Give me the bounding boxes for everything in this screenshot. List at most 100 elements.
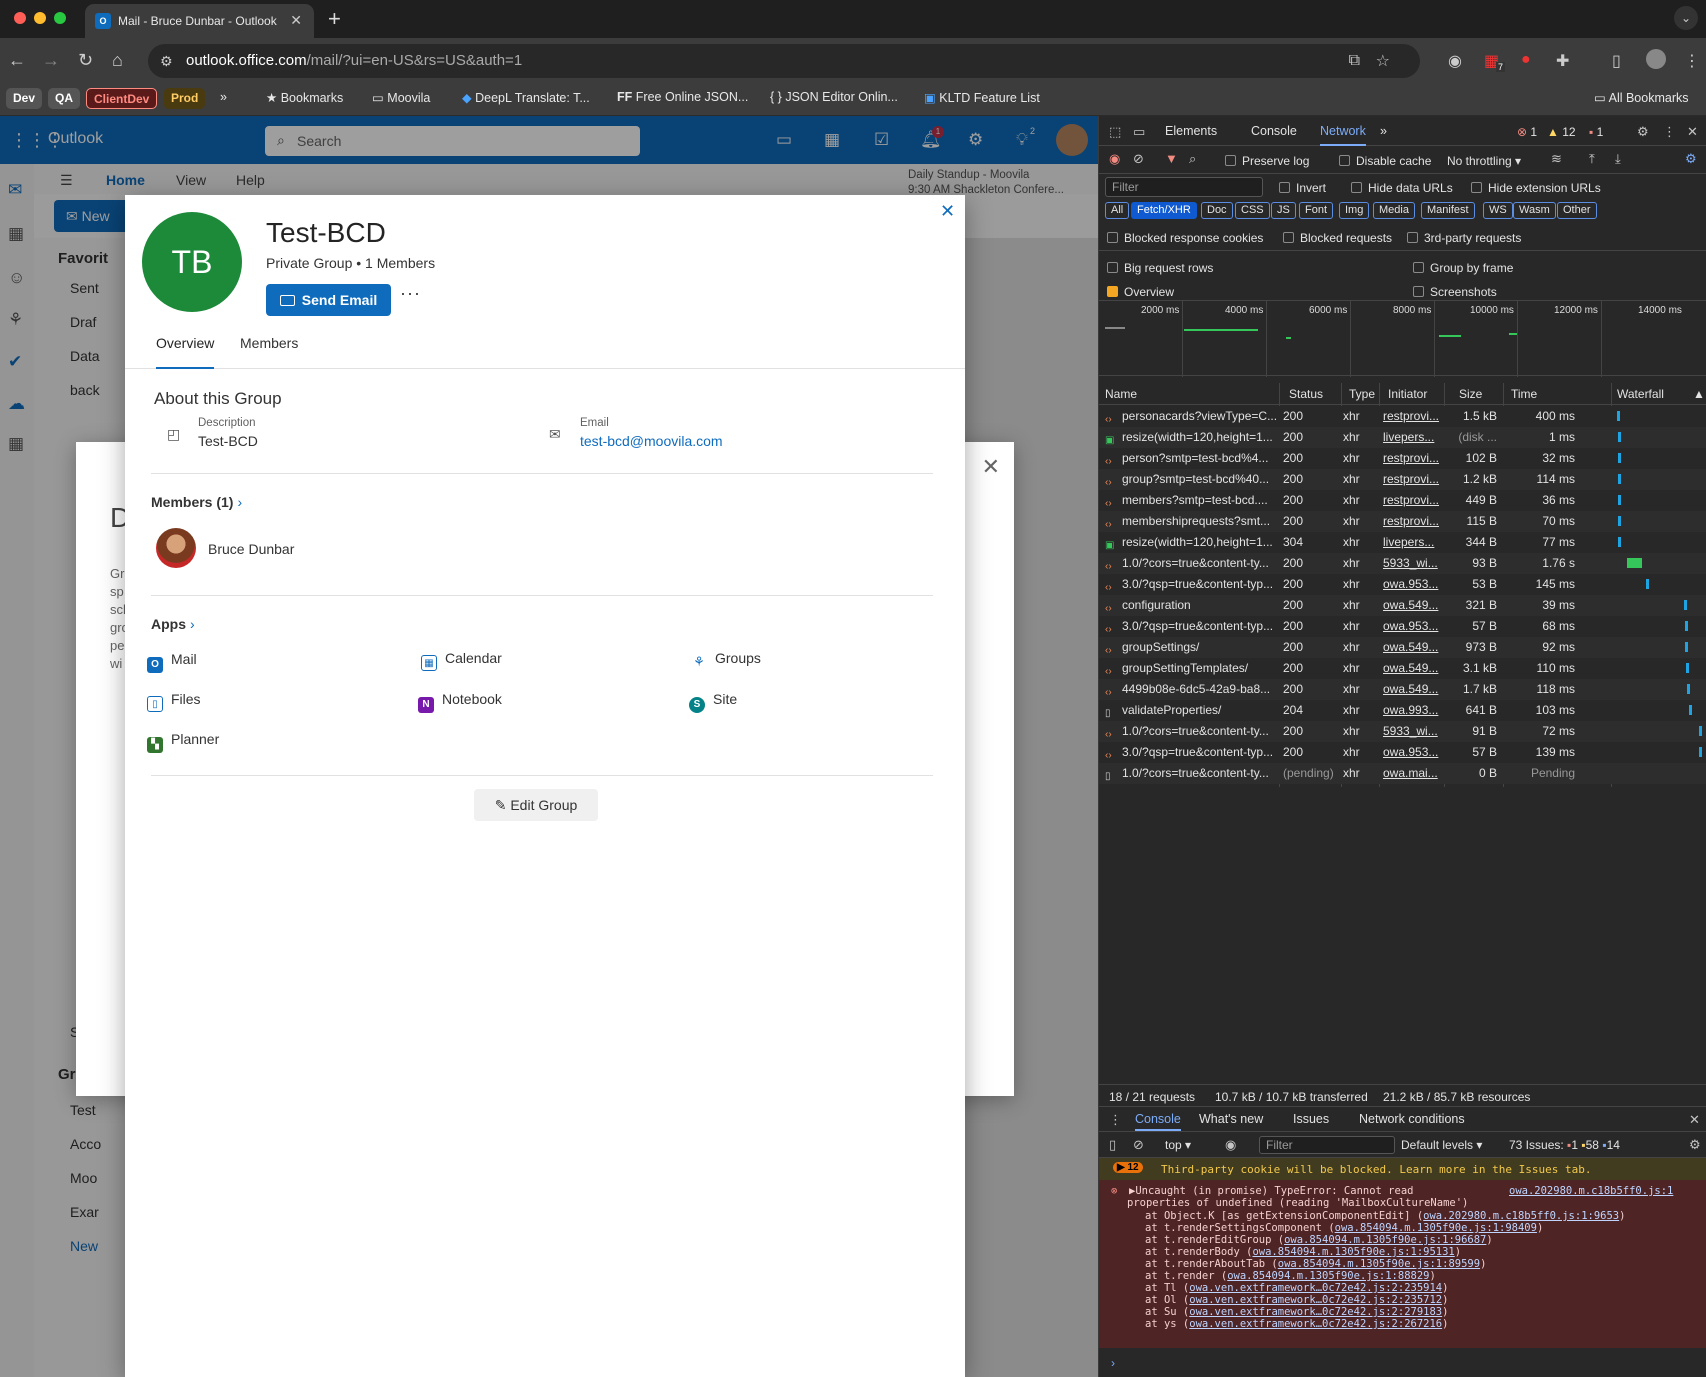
stack-frame-link[interactable]: owa.ven.extframework…0c72e42.js:2:267216: [1189, 1318, 1442, 1330]
console-prompt[interactable]: ›: [1111, 1356, 1115, 1370]
settings-gear-icon[interactable]: ⚙: [1637, 124, 1649, 140]
log-levels-select[interactable]: Default levels ▾: [1401, 1138, 1482, 1152]
network-request-row[interactable]: ▯ validateProperties/204 xhr owa.993... 641 …: [1099, 700, 1706, 721]
network-filter-input[interactable]: Filter: [1105, 177, 1263, 197]
request-name[interactable]: ▣ resize(width=120,height=1...: [1105, 535, 1279, 552]
request-initiator[interactable]: 5933_wi...: [1383, 556, 1441, 570]
issue-count[interactable]: ▪ 1: [1589, 125, 1603, 139]
network-conditions-icon[interactable]: ≋: [1551, 151, 1562, 167]
request-initiator[interactable]: owa.549...: [1383, 598, 1441, 612]
app-mail[interactable]: O Mail: [147, 651, 197, 673]
close-window-button[interactable]: [14, 12, 26, 24]
request-name[interactable]: ‹› 3.0/?qsp=true&content-typ...: [1105, 745, 1279, 762]
more-tabs-chevron[interactable]: »: [1380, 124, 1387, 138]
bookmark-chip-dev[interactable]: Dev: [6, 88, 43, 109]
bookmark-moovila[interactable]: ▭ Moovila: [372, 90, 430, 105]
network-request-row[interactable]: ‹› person?smtp=test-bcd%4... 200 xhr restpro…: [1099, 448, 1706, 469]
disable-cache-checkbox[interactable]: Disable cache: [1339, 154, 1431, 168]
live-expression-eye-icon[interactable]: ◉: [1225, 1137, 1236, 1153]
more-bookmarks-chevron[interactable]: »: [220, 90, 227, 104]
request-initiator[interactable]: owa.953...: [1383, 745, 1441, 759]
stack-frame-link[interactable]: owa.854094.m.1305f90e.js:1:98409: [1335, 1222, 1537, 1234]
import-har-icon[interactable]: ⤒: [1589, 151, 1595, 167]
console-warning-message[interactable]: ▶ 12 Third-party cookie will be blocked.…: [1099, 1158, 1706, 1180]
type-filter-manifest[interactable]: Manifest: [1421, 202, 1475, 219]
request-name[interactable]: ‹› membershiprequests?smt...: [1105, 514, 1279, 531]
type-filter-wasm[interactable]: Wasm: [1513, 202, 1556, 219]
bookmark-chip-clientdev[interactable]: ClientDev: [86, 88, 158, 109]
app-groups[interactable]: ⚘ Groups: [691, 650, 761, 670]
member-avatar[interactable]: [156, 528, 196, 568]
omnibox[interactable]: ⚙ outlook.office.com/mail/?ui=en-US&rs=U…: [148, 44, 1420, 78]
column-status[interactable]: Status: [1289, 387, 1323, 401]
type-filter-all[interactable]: All: [1105, 202, 1130, 219]
stack-frame-link[interactable]: owa.202980.m.c18b5ff0.js:1:9653: [1423, 1210, 1619, 1222]
request-name[interactable]: ‹› 1.0/?cors=true&content-ty...: [1105, 724, 1279, 741]
request-name[interactable]: ‹› members?smtp=test-bcd....: [1105, 493, 1279, 510]
request-name[interactable]: ‹› groupSettings/: [1105, 640, 1279, 657]
close-icon[interactable]: ✕: [982, 454, 1000, 480]
network-request-row[interactable]: ‹› groupSettings/200 xhr owa.549... 973 B 92 …: [1099, 637, 1706, 658]
devtools-tab-elements[interactable]: Elements: [1165, 124, 1217, 138]
network-request-row[interactable]: ‹› 3.0/?qsp=true&content-typ... 200 xhr owa.…: [1099, 742, 1706, 763]
issues-summary[interactable]: 73 Issues: ▪1 ▪58 ▪14: [1509, 1138, 1620, 1152]
request-initiator[interactable]: owa.953...: [1383, 577, 1441, 591]
request-name[interactable]: ‹› group?smtp=test-bcd%40...: [1105, 472, 1279, 489]
camera-extension-icon[interactable]: ◉: [1448, 51, 1462, 71]
extensions-puzzle-icon[interactable]: ✚: [1556, 51, 1569, 71]
stack-frame-link[interactable]: owa.854094.m.1305f90e.js:1:89599: [1278, 1258, 1480, 1270]
network-request-row[interactable]: ▣ resize(width=120,height=1... 304 xhr livep…: [1099, 532, 1706, 553]
request-initiator[interactable]: restprovi...: [1383, 409, 1441, 423]
request-initiator[interactable]: 5933_wi...: [1383, 724, 1441, 738]
network-request-row[interactable]: ‹› group?smtp=test-bcd%40... 200 xhr restpro…: [1099, 469, 1706, 490]
column-initiator[interactable]: Initiator: [1388, 387, 1427, 401]
network-overview-timeline[interactable]: 2000 ms 4000 ms 6000 ms 8000 ms 10000 ms…: [1099, 300, 1706, 377]
clear-icon[interactable]: ⊘: [1133, 151, 1144, 167]
close-devtools-icon[interactable]: ✕: [1687, 124, 1698, 140]
sort-up-icon[interactable]: ▲: [1693, 387, 1705, 401]
preserve-log-checkbox[interactable]: Preserve log: [1225, 154, 1309, 168]
column-time[interactable]: Time: [1511, 387, 1537, 401]
stack-frame-link[interactable]: owa.854094.m.1305f90e.js:1:96687: [1284, 1234, 1486, 1246]
blocked-response-cookies-checkbox[interactable]: Blocked response cookies: [1107, 231, 1263, 245]
request-initiator[interactable]: owa.549...: [1383, 661, 1441, 675]
request-name[interactable]: ‹› 1.0/?cors=true&content-ty...: [1105, 556, 1279, 573]
type-filter-fetch-xhr[interactable]: Fetch/XHR: [1131, 202, 1197, 219]
drawer-tab-console[interactable]: Console: [1135, 1112, 1181, 1131]
request-initiator[interactable]: owa.549...: [1383, 682, 1441, 696]
device-toolbar-icon[interactable]: ▭: [1133, 124, 1145, 140]
group-by-frame-checkbox[interactable]: Group by frame: [1413, 261, 1513, 275]
bookmark-star-icon[interactable]: ☆: [1376, 51, 1390, 71]
forward-arrow-icon[interactable]: →: [42, 50, 60, 71]
request-name[interactable]: ‹› personacards?viewType=C...: [1105, 409, 1279, 426]
network-request-row[interactable]: ‹› groupSettingTemplates/200 xhr owa.549...…: [1099, 658, 1706, 679]
request-initiator[interactable]: owa.953...: [1383, 619, 1441, 633]
overview-checkbox[interactable]: Overview: [1107, 285, 1174, 299]
request-name[interactable]: ‹› 3.0/?qsp=true&content-typ...: [1105, 619, 1279, 636]
tab-overview[interactable]: Overview: [156, 335, 215, 369]
profile-avatar[interactable]: [1646, 49, 1666, 69]
column-type[interactable]: Type: [1349, 387, 1375, 401]
maximize-window-button[interactable]: [54, 12, 66, 24]
apps-link[interactable]: Apps ›: [151, 616, 195, 632]
record-stop-icon[interactable]: ◉: [1109, 151, 1120, 167]
network-settings-gear-icon[interactable]: ⚙: [1685, 151, 1697, 167]
send-email-button[interactable]: Send Email: [266, 284, 391, 316]
drawer-tab-whats-new[interactable]: What's new: [1199, 1112, 1263, 1126]
edit-group-button[interactable]: ✎ Edit Group: [474, 789, 598, 821]
request-initiator[interactable]: owa.993...: [1383, 703, 1441, 717]
third-party-requests-checkbox[interactable]: 3rd-party requests: [1407, 231, 1521, 245]
console-filter-input[interactable]: Filter: [1259, 1136, 1395, 1154]
request-name[interactable]: ‹› person?smtp=test-bcd%4...: [1105, 451, 1279, 468]
request-initiator[interactable]: restprovi...: [1383, 451, 1441, 465]
type-filter-js[interactable]: JS: [1271, 202, 1296, 219]
big-request-rows-checkbox[interactable]: Big request rows: [1107, 261, 1213, 275]
request-name[interactable]: ▯ validateProperties/: [1105, 703, 1279, 720]
member-name[interactable]: Bruce Dunbar: [208, 541, 294, 557]
browser-tab-outlook[interactable]: O Mail - Bruce Dunbar - Outlook ✕: [85, 4, 314, 38]
error-head[interactable]: ▶Uncaught (in promise) TypeError: Cannot…: [1129, 1185, 1413, 1197]
drawer-tab-issues[interactable]: Issues: [1293, 1112, 1329, 1126]
request-initiator[interactable]: restprovi...: [1383, 514, 1441, 528]
request-name[interactable]: ‹› 3.0/?qsp=true&content-typ...: [1105, 577, 1279, 594]
app-planner[interactable]: ▚ Planner: [147, 731, 219, 753]
